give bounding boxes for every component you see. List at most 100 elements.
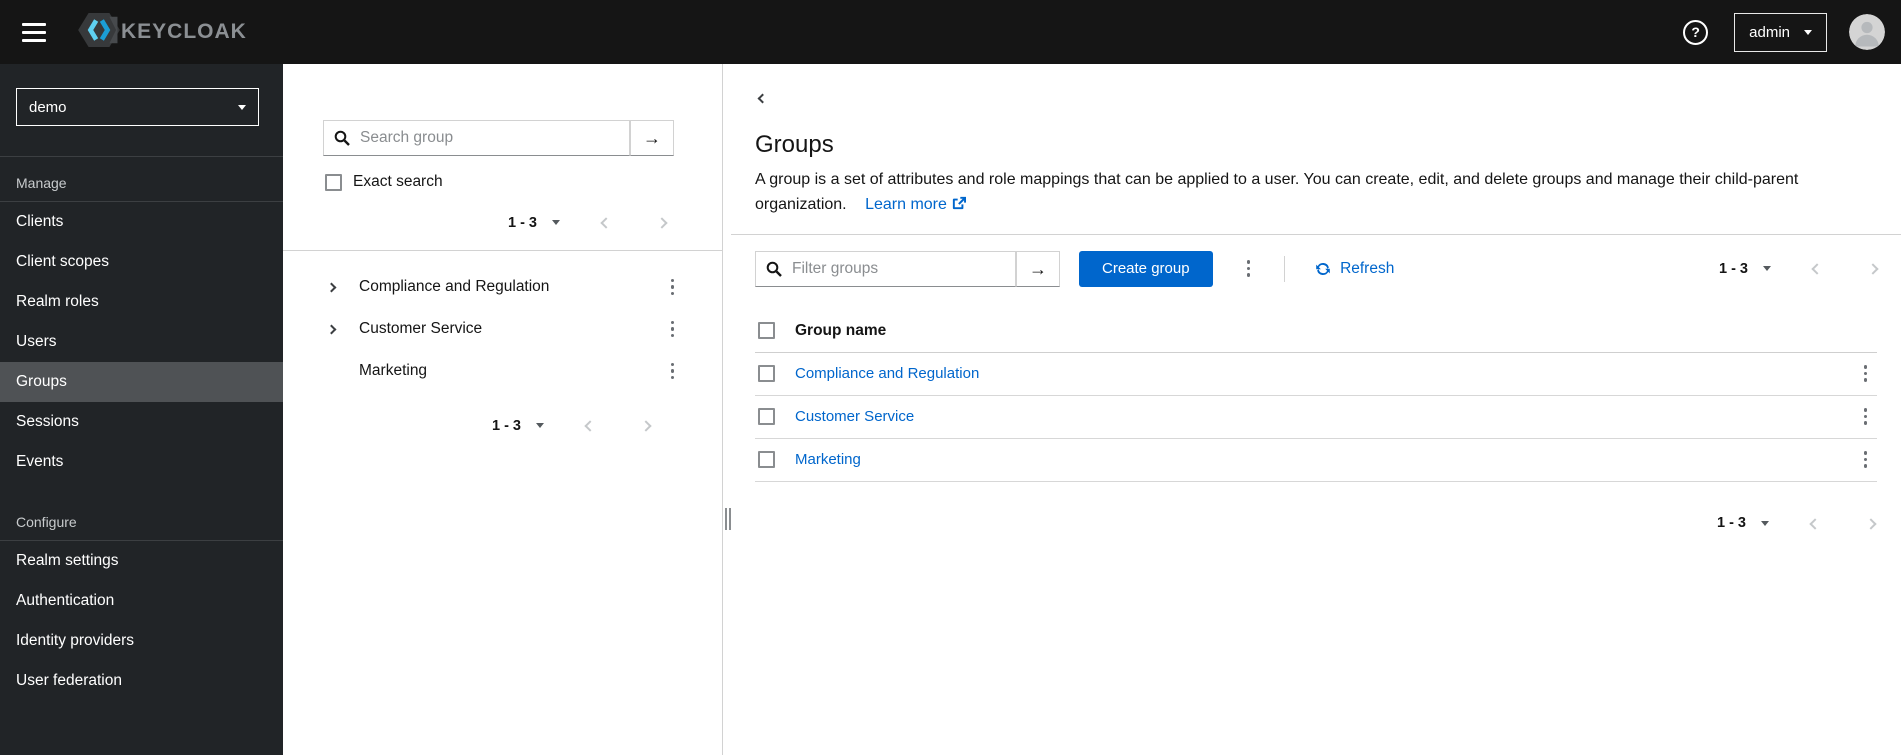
table-bottom-pagination: 1 - 3 [1711,508,1887,539]
keycloak-logo-icon [78,12,120,53]
page-title: Groups [755,131,834,158]
row-checkbox[interactable] [758,451,775,469]
table-top-pagination: 1 - 3 [1713,253,1889,284]
chevron-left-icon [600,217,612,229]
exact-search-checkbox[interactable] [325,173,342,191]
chevron-down-icon [1804,29,1812,35]
user-menu-dropdown[interactable]: admin [1734,12,1827,52]
page-description: A group is a set of attributes and role … [755,168,1877,218]
groups-toolbar: → Create group Refresh 1 - 3 [731,235,1901,303]
group-name[interactable]: Marketing [359,362,427,380]
help-icon[interactable]: ? [1683,19,1709,45]
chevron-right-icon [1865,517,1877,530]
tree-top-pagination: 1 - 3 [502,207,678,238]
search-submit-button[interactable]: → [630,120,674,156]
pagination-prev-button[interactable] [1799,508,1831,539]
expand-group-toggle[interactable] [323,321,339,337]
realm-selector-value: demo [29,98,67,116]
tree-item-marketing: Marketing [283,350,722,392]
kebab-menu-button[interactable] [1856,445,1876,474]
group-name[interactable]: Compliance and Regulation [359,278,549,296]
resize-grip-icon [725,508,731,530]
chevron-left-icon [1811,263,1823,275]
nav-section-title: Configure [16,514,77,530]
user-menu-label: admin [1749,23,1790,41]
refresh-icon [1316,262,1330,275]
pagination-range: 1 - 3 [491,417,521,434]
sidebar-item-groups[interactable]: Groups [0,362,283,402]
expand-group-toggle[interactable] [323,279,339,295]
sidebar-item-sessions[interactable]: Sessions [0,402,283,442]
sidebar-item-clients[interactable]: Clients [0,202,283,242]
nav-toggle-button[interactable] [14,15,54,50]
group-link[interactable]: Marketing [795,451,861,468]
kebab-menu-button[interactable] [663,273,683,302]
pagination-options-menu[interactable]: 1 - 3 [1711,511,1775,535]
kebab-menu-button[interactable] [663,315,683,344]
search-group-input[interactable] [323,120,630,156]
chevron-down-icon [238,104,246,110]
sidebar-item-events[interactable]: Events [0,442,283,482]
chevron-right-icon [640,420,652,432]
nav-section-title: Manage [16,175,67,191]
group-link[interactable]: Compliance and Regulation [795,365,979,382]
table-row: Compliance and Regulation [755,353,1877,396]
pagination-options-menu[interactable]: 1 - 3 [486,414,550,438]
brand-text: KEYCLOAK [121,20,247,43]
refresh-label: Refresh [1340,259,1395,277]
toolbar-divider [1284,255,1286,282]
groups-main-panel: Groups A group is a set of attributes an… [731,64,1901,755]
exact-search-label: Exact search [353,173,443,190]
sidebar-item-realm-roles[interactable]: Realm roles [0,282,283,322]
kebab-menu-button[interactable] [663,357,683,386]
tree-bottom-pagination: 1 - 3 [486,410,662,441]
group-tree: Compliance and Regulation Customer Servi… [283,251,722,392]
pagination-range: 1 - 3 [507,214,537,231]
pagination-prev-button[interactable] [1801,253,1833,284]
masthead: KEYCLOAK ? admin [0,0,1901,64]
row-checkbox[interactable] [758,365,775,383]
refresh-button[interactable]: Refresh [1315,260,1394,278]
pagination-range: 1 - 3 [1718,260,1748,277]
row-checkbox[interactable] [758,408,775,426]
pagination-prev-button[interactable] [574,410,606,441]
chevron-down-icon [536,423,544,428]
pagination-options-menu[interactable]: 1 - 3 [1713,257,1777,281]
group-link[interactable]: Customer Service [795,408,914,425]
chevron-right-icon [656,217,668,229]
sidebar-item-identity-providers[interactable]: Identity providers [0,621,283,661]
pagination-next-button[interactable] [1857,253,1889,284]
toolbar-kebab-menu-button[interactable] [1239,254,1259,283]
sidebar-nav: demo Manage Clients Client scopes Realm … [0,64,283,755]
pagination-next-button[interactable] [646,207,678,238]
create-group-button[interactable]: Create group [1079,250,1213,287]
learn-more-link[interactable]: Learn more [865,196,966,213]
select-all-checkbox[interactable] [758,322,775,340]
sidebar-item-realm-settings[interactable]: Realm settings [0,541,283,581]
pagination-options-menu[interactable]: 1 - 3 [502,211,566,235]
pagination-prev-button[interactable] [590,207,622,238]
nav-section-configure: Configure Realm settings Authentication … [0,496,283,701]
external-link-icon [952,196,966,209]
kebab-menu-button[interactable] [1856,359,1876,388]
pagination-range: 1 - 3 [1716,515,1746,532]
tree-item-compliance-and-regulation: Compliance and Regulation [283,266,722,308]
keycloak-logo[interactable]: KEYCLOAK [78,12,247,53]
filter-groups-input[interactable] [755,250,1016,287]
sidebar-item-users[interactable]: Users [0,322,283,362]
realm-selector[interactable]: demo [16,88,259,126]
sidebar-item-client-scopes[interactable]: Client scopes [0,242,283,282]
avatar[interactable] [1849,14,1885,50]
panel-resize-handle[interactable] [722,64,731,755]
filter-submit-button[interactable]: → [1016,250,1060,287]
kebab-menu-button[interactable] [1856,402,1876,431]
group-name[interactable]: Customer Service [359,320,482,338]
sidebar-item-authentication[interactable]: Authentication [0,581,283,621]
pagination-next-button[interactable] [1855,508,1887,539]
table-row: Customer Service [755,396,1877,439]
table-row: Marketing [755,439,1877,482]
sidebar-item-user-federation[interactable]: User federation [0,661,283,701]
chevron-left-icon [757,93,768,104]
pagination-next-button[interactable] [630,410,662,441]
drawer-collapse-button[interactable] [755,88,770,107]
